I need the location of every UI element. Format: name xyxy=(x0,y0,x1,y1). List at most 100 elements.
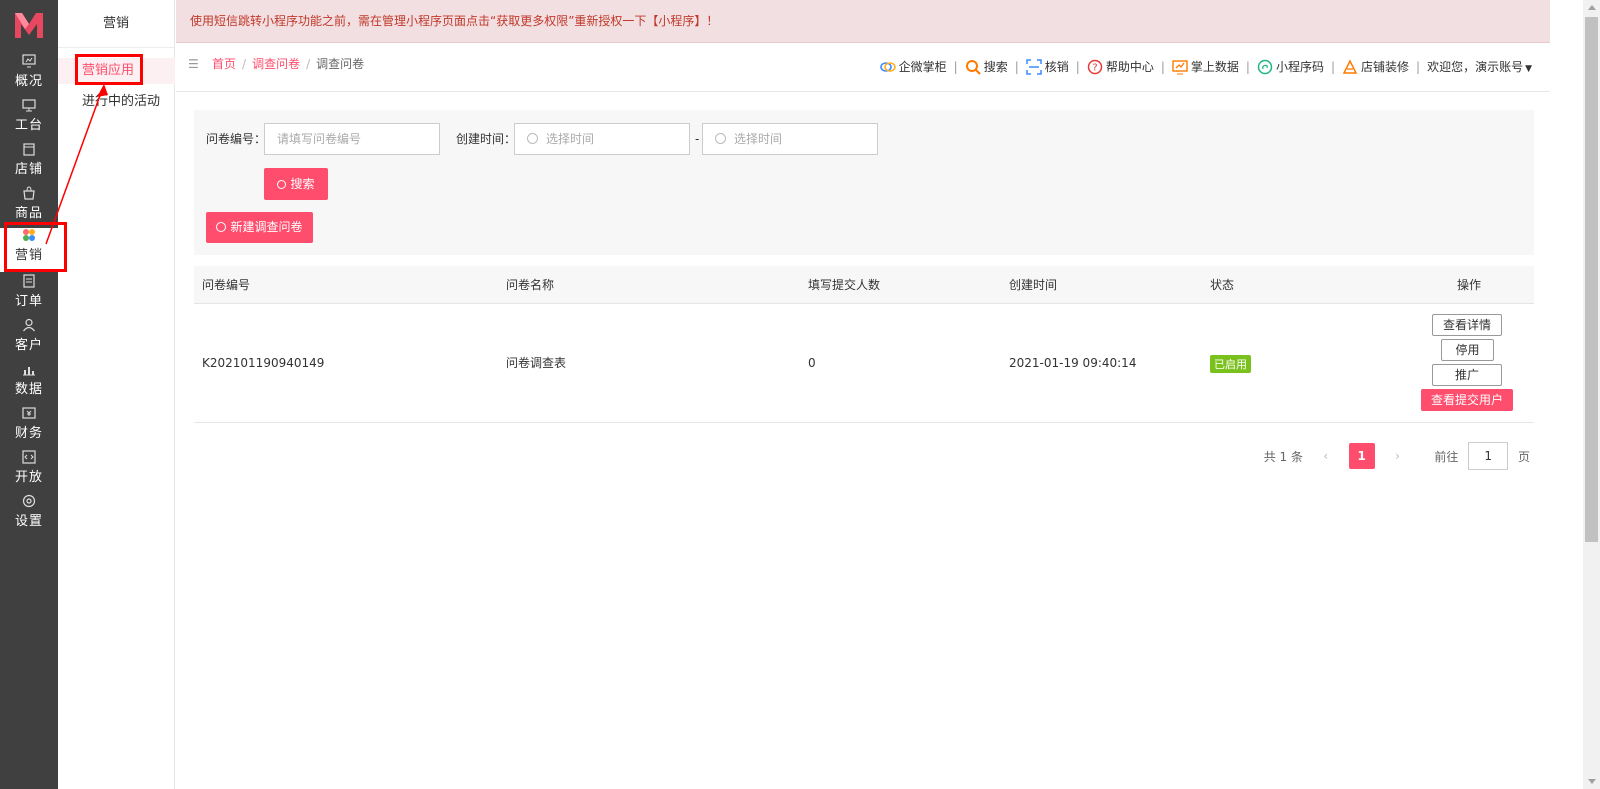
caret-down-icon: ▼ xyxy=(1525,64,1532,74)
filter-panel: 问卷编号： 请填写问卷编号 创建时间： 选择时间 - 选择时间 搜索 新建调查问… xyxy=(194,110,1534,255)
search-icon xyxy=(277,180,287,189)
goto-label: 前往 xyxy=(1434,449,1459,464)
survey-table: 问卷编号 问卷名称 填写提交人数 创建时间 状态 操作 K20210119094… xyxy=(194,266,1534,423)
nav-label: 财务 xyxy=(14,426,43,441)
promote-button[interactable]: 推广 xyxy=(1432,364,1502,386)
notice-banner: 使用短信跳转小程序功能之前，需在管理小程序页面点击“获取更多权限”重新授权一下【… xyxy=(176,0,1550,43)
search-button[interactable]: 搜索 xyxy=(264,168,328,200)
new-survey-button[interactable]: 新建调查问卷 xyxy=(206,212,313,243)
user-greeting: 欢迎您，演示账号 xyxy=(1427,60,1524,74)
col-status: 状态 xyxy=(1210,278,1235,292)
svg-text:?: ? xyxy=(1092,63,1097,74)
tool-label: 核销 xyxy=(1044,60,1069,74)
nav-item-finance[interactable]: 财务 xyxy=(0,406,58,450)
scroll-down-icon[interactable] xyxy=(1588,779,1596,784)
toolbar-divider: | xyxy=(1416,60,1421,74)
col-survey-name: 问卷名称 xyxy=(506,278,555,292)
annotation-arrow-icon xyxy=(45,84,108,245)
breadcrumb: ☰ 首页 / 调查问卷 / 调查问卷 xyxy=(188,44,364,88)
tool-store-decoration[interactable]: 店铺装修 xyxy=(1342,44,1409,90)
nav-label: 客户 xyxy=(14,338,43,353)
nav-item-open[interactable]: 开放 xyxy=(0,450,58,494)
tool-label: 掌上数据 xyxy=(1190,60,1239,74)
toolbar-divider: | xyxy=(1245,60,1250,74)
tool-help[interactable]: ? 帮助中心 xyxy=(1087,44,1154,90)
wecom-icon xyxy=(879,62,896,72)
new-survey-label: 新建调查问卷 xyxy=(230,220,303,234)
breadcrumb-separator: / xyxy=(306,57,311,71)
main-content: 问卷编号： 请填写问卷编号 创建时间： 选择时间 - 选择时间 搜索 新建调查问… xyxy=(184,100,1540,789)
col-survey-id: 问卷编号 xyxy=(202,278,251,292)
finance-icon xyxy=(22,407,36,419)
cell-survey-name: 问卷调查表 xyxy=(506,356,567,370)
search-icon xyxy=(965,60,981,75)
col-created-time: 创建时间 xyxy=(1009,278,1058,292)
create-time-label: 创建时间： xyxy=(456,132,517,146)
next-page-icon[interactable]: › xyxy=(1384,443,1410,469)
prev-page-icon[interactable]: ‹ xyxy=(1313,443,1339,469)
clock-icon xyxy=(527,133,538,144)
survey-id-input[interactable]: 请填写问卷编号 xyxy=(264,123,440,155)
range-separator: - xyxy=(695,132,700,146)
toolbar-divider: | xyxy=(1160,60,1165,74)
tool-verify[interactable]: 核销 xyxy=(1026,44,1069,90)
pagination: 共 1 条 ‹ 1 › 前往 1 页 xyxy=(1264,442,1530,470)
scrollbar-thumb[interactable] xyxy=(1585,17,1598,542)
goto-page-input[interactable]: 1 xyxy=(1468,442,1509,470)
page-number[interactable]: 1 xyxy=(1348,443,1375,469)
decorate-icon xyxy=(1342,59,1358,74)
collapse-menu-icon[interactable]: ☰ xyxy=(188,44,200,84)
breadcrumb-parent[interactable]: 调查问卷 xyxy=(252,57,300,71)
top-header: ☰ 首页 / 调查问卷 / 调查问卷 企微掌柜 | 搜索 | 核销 |? 帮助中心 | 掌上数据 | 小程序码… xyxy=(176,44,1550,92)
end-time-picker[interactable]: 选择时间 xyxy=(702,123,878,155)
breadcrumb-current: 调查问卷 xyxy=(316,57,365,71)
cell-survey-id: K202101190940149 xyxy=(202,356,325,370)
toolbar-divider: | xyxy=(953,60,958,74)
help-icon: ? xyxy=(1087,59,1103,75)
breadcrumb-home[interactable]: 首页 xyxy=(212,57,236,71)
chart-icon xyxy=(1172,60,1188,75)
table-header: 问卷编号 问卷名称 填写提交人数 创建时间 状态 操作 xyxy=(194,266,1534,304)
scroll-up-icon[interactable] xyxy=(1588,5,1596,10)
data-icon xyxy=(23,367,35,376)
scan-icon xyxy=(1026,59,1042,75)
col-actions: 操作 xyxy=(1457,278,1482,292)
toolbar-divider: | xyxy=(1014,60,1019,74)
status-badge: 已启用 xyxy=(1210,355,1251,373)
toolbar-divider: | xyxy=(1330,60,1335,74)
tool-label: 搜索 xyxy=(983,60,1008,74)
start-time-placeholder: 选择时间 xyxy=(546,132,595,146)
tool-mobile-data[interactable]: 掌上数据 xyxy=(1172,44,1239,90)
nav-item-data[interactable]: 数据 xyxy=(0,362,58,406)
customer-icon xyxy=(23,318,35,332)
tool-label: 帮助中心 xyxy=(1105,60,1154,74)
open-icon xyxy=(22,450,36,464)
start-time-picker[interactable]: 选择时间 xyxy=(514,123,690,155)
tool-label: 企微掌柜 xyxy=(898,60,947,74)
view-details-button[interactable]: 查看详情 xyxy=(1432,314,1502,336)
tool-search[interactable]: 搜索 xyxy=(965,44,1008,90)
tool-label: 店铺装修 xyxy=(1361,60,1410,74)
header-toolbar: 企微掌柜 | 搜索 | 核销 |? 帮助中心 | 掌上数据 | 小程序码 | 店铺装修 | 欢迎您，演示账号… xyxy=(879,44,1532,92)
breadcrumb-separator: / xyxy=(242,57,247,71)
total-count: 共 1 条 xyxy=(1263,449,1303,464)
nav-item-settings[interactable]: 设置 xyxy=(0,494,58,538)
nav-label: 设置 xyxy=(14,514,43,529)
end-time-placeholder: 选择时间 xyxy=(734,132,783,146)
user-menu[interactable]: 欢迎您，演示账号 ▼ xyxy=(1427,44,1532,92)
view-submitters-button[interactable]: 查看提交用户 xyxy=(1421,389,1513,411)
cell-created-time: 2021-01-19 09:40:14 xyxy=(1009,356,1137,370)
col-submit-count: 填写提交人数 xyxy=(808,278,881,292)
nav-item-customer[interactable]: 客户 xyxy=(0,318,58,362)
nav-label: 数据 xyxy=(14,382,43,397)
page-suffix: 页 xyxy=(1517,449,1530,464)
table-row: K202101190940149 问卷调查表 0 2021-01-19 09:4… xyxy=(194,304,1534,423)
disable-button[interactable]: 停用 xyxy=(1441,339,1494,361)
settings-icon xyxy=(22,494,36,508)
vertical-scrollbar[interactable] xyxy=(1583,0,1600,789)
plus-circle-icon xyxy=(216,222,227,232)
tool-miniprogram-code[interactable]: 小程序码 xyxy=(1257,44,1324,90)
tool-wecom[interactable]: 企微掌柜 xyxy=(879,44,947,90)
search-button-label: 搜索 xyxy=(290,177,315,191)
clock-icon xyxy=(715,133,726,144)
